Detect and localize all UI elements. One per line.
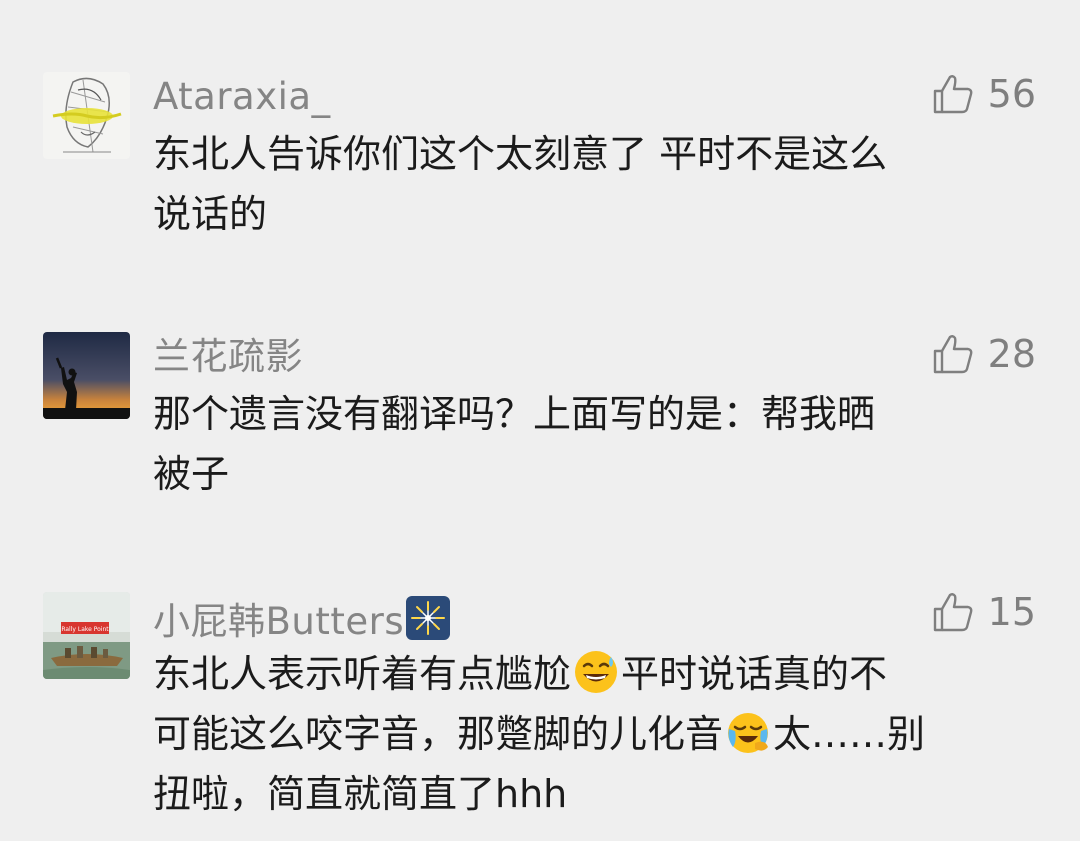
like-count: 15 [987,590,1036,634]
comment-item: Rally Lake Point 小屁韩Butters 15 东北人表示听着有点… [0,0,1080,841]
like-button[interactable]: 15 [932,590,1036,634]
thumbs-up-icon [933,593,973,632]
grinning-sweat-emoji-icon [575,651,618,693]
comment-text: 东北人表示听着有点尴尬 平时说话真的不 可能这么咬字音，那蹩脚的儿化音 太……别… [153,644,1033,824]
avatar-sign-text: Rally Lake Point [61,626,109,633]
username-text: 小屁韩Butters [153,600,405,643]
comment-text-part: 东北人表示听着有点尴尬 [153,652,572,696]
loudly-crying-laughing-emoji-icon [728,713,769,753]
sparkler-emoji-icon [406,596,451,640]
boat-landscape-avatar-icon: Rally Lake Point [43,592,130,679]
username[interactable]: 小屁韩Butters [153,596,451,643]
avatar[interactable]: Rally Lake Point [43,592,130,679]
